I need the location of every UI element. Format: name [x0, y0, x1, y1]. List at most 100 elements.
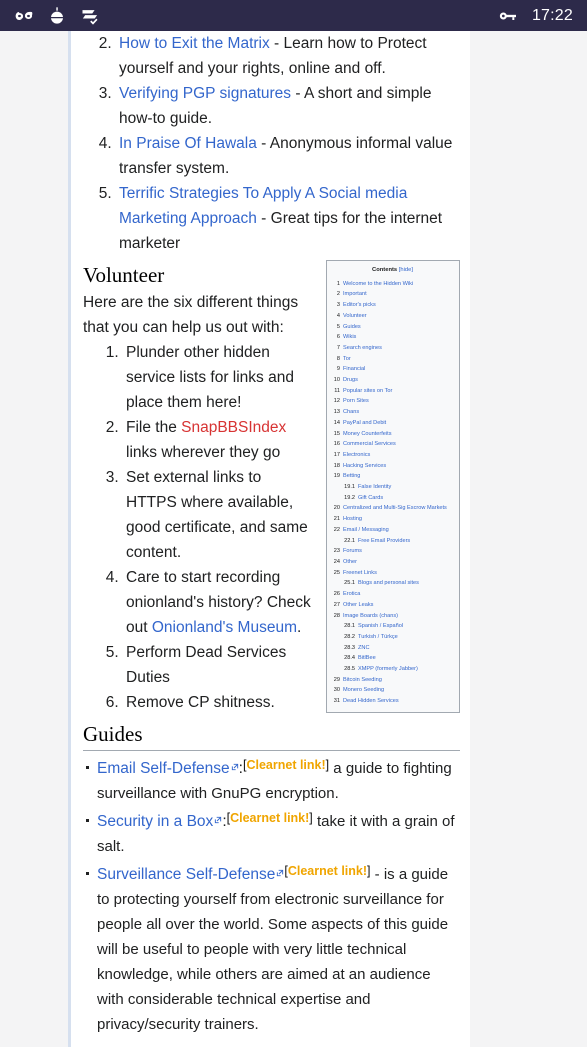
toc-item[interactable]: 25 Freenet Links — [331, 568, 454, 579]
toc-item-label[interactable]: PayPal and Debit — [343, 420, 386, 426]
toc-item-label[interactable]: Commercial Services — [343, 441, 396, 447]
guides-list: Email Self-Defense:[Clearnet link!] a gu… — [83, 753, 460, 1037]
toc-item-number: 22.1 — [344, 537, 355, 544]
infinity-icon[interactable] — [14, 6, 34, 26]
toc-item-label[interactable]: Hosting — [343, 516, 362, 522]
toc-item-label[interactable]: Important — [343, 291, 367, 297]
toc-item-label[interactable]: Other — [343, 559, 357, 565]
toc-item-label[interactable]: Popular sites on Tor — [343, 388, 392, 394]
toc-item-label[interactable]: Dead Hidden Services — [343, 698, 399, 704]
toc-item[interactable]: 13 Chans — [331, 407, 454, 418]
toc-item-label[interactable]: Hacking Services — [343, 463, 386, 469]
toc-item-label[interactable]: ZNC — [358, 645, 370, 651]
toc-hide-link[interactable]: [hide] — [399, 267, 413, 273]
toc-item-label[interactable]: Wikis — [343, 334, 356, 340]
toc-item-label[interactable]: Centralized and Multi-Sig Escrow Markets — [343, 505, 447, 511]
toc-item[interactable]: 2 Important — [331, 289, 454, 300]
toc-item[interactable]: 8 Tor — [331, 354, 454, 365]
editors-picks-list: How to Exit the Matrix - Learn how to Pr… — [116, 31, 460, 256]
toc-item-label[interactable]: Gift Cards — [358, 495, 383, 501]
toc-item[interactable]: 30 Monero Seeding — [331, 685, 454, 696]
toc-item-label[interactable]: Search engines — [343, 345, 382, 351]
status-bar: 17:22 — [0, 0, 587, 31]
toc-item[interactable]: 5 Guides — [331, 322, 454, 333]
toc-item[interactable]: 20 Centralized and Multi-Sig Escrow Marke… — [331, 503, 454, 514]
onion-browser-icon[interactable] — [47, 6, 67, 26]
toc-item-label[interactable]: Money Counterfeits — [343, 431, 392, 437]
toc-item[interactable]: 3 Editor's picks — [331, 300, 454, 311]
toc-item[interactable]: 6 Wikis — [331, 332, 454, 343]
toc-item[interactable]: 12 Porn Sites — [331, 396, 454, 407]
toc-item-label[interactable]: Bitcoin Seeding — [343, 677, 382, 683]
picks-link[interactable]: How to Exit the Matrix — [119, 35, 270, 52]
toc-item-label[interactable]: XMPP (formerly Jabber) — [358, 666, 418, 672]
toc-item-label[interactable]: Turkish / Türkçe — [358, 634, 398, 640]
security-in-a-box-link[interactable]: Security in a Box — [97, 813, 213, 830]
toc-item-label[interactable]: Guides — [343, 324, 361, 330]
toc-item[interactable]: 28.3 ZNC — [331, 643, 454, 654]
toc-item-label[interactable]: Image Boards (chans) — [343, 613, 398, 619]
toc-item-label[interactable]: False Identity — [358, 484, 391, 490]
toc-item[interactable]: 24 Other — [331, 557, 454, 568]
toc-item[interactable]: 17 Electronics — [331, 450, 454, 461]
toc-item[interactable]: 14 PayPal and Debit — [331, 418, 454, 429]
toc-item-label[interactable]: Forums — [343, 548, 362, 554]
toc-item[interactable]: 29 Bitcoin Seeding — [331, 675, 454, 686]
toc-item[interactable]: 10 Drugs — [331, 375, 454, 386]
toc-item-label[interactable]: Welcome to the Hidden Wiki — [343, 281, 413, 287]
tabs-check-icon[interactable] — [80, 6, 100, 26]
toc-item[interactable]: 9 Financial — [331, 364, 454, 375]
toc-item-label[interactable]: Porn Sites — [343, 398, 369, 404]
toc-item[interactable]: 27 Other Leaks — [331, 600, 454, 611]
external-link-icon — [231, 763, 239, 771]
toc-item-number: 4 — [336, 312, 340, 319]
toc-item-label[interactable]: Electronics — [343, 452, 370, 458]
toc-item[interactable]: 28.4 BitlBee — [331, 653, 454, 664]
toc-item-label[interactable]: Blogs and personal sites — [358, 580, 419, 586]
toc-item[interactable]: 19.1 False Identity — [331, 482, 454, 493]
toc-item[interactable]: 15 Money Counterfeits — [331, 429, 454, 440]
toc-item-label[interactable]: Spanish / Español — [358, 623, 403, 629]
toc-item-label[interactable]: BitlBee — [358, 655, 376, 661]
toc-item-label[interactable]: Other Leaks — [343, 602, 373, 608]
toc-item[interactable]: 23 Forums — [331, 546, 454, 557]
toc-item-label[interactable]: Monero Seeding — [343, 687, 384, 693]
email-self-defense-link[interactable]: Email Self-Defense — [97, 760, 230, 777]
toc-item[interactable]: 28.2 Turkish / Türkçe — [331, 632, 454, 643]
picks-link[interactable]: In Praise Of Hawala — [119, 135, 257, 152]
toc-item[interactable]: 22 Email / Messaging — [331, 525, 454, 536]
toc-item[interactable]: 18 Hacking Services — [331, 461, 454, 472]
toc-item[interactable]: 1 Welcome to the Hidden Wiki — [331, 279, 454, 290]
toc-item-label[interactable]: Editor's picks — [343, 302, 376, 308]
toc-item-label[interactable]: Free Email Providers — [358, 538, 410, 544]
toc-item[interactable]: 28 Image Boards (chans) — [331, 611, 454, 622]
toc-item-label[interactable]: Freenet Links — [343, 570, 377, 576]
surveillance-self-defense-link[interactable]: Surveillance Self-Defense — [97, 866, 275, 883]
toc-item[interactable]: 19.2 Gift Cards — [331, 493, 454, 504]
onionlands-museum-link[interactable]: Onionland's Museum — [152, 619, 297, 636]
toc-item[interactable]: 11 Popular sites on Tor — [331, 386, 454, 397]
page-title-guides: Guides — [83, 721, 460, 751]
toc-item[interactable]: 31 Dead Hidden Services — [331, 696, 454, 707]
toc-item-label[interactable]: Chans — [343, 409, 359, 415]
toc-item[interactable]: 25.1 Blogs and personal sites — [331, 578, 454, 589]
toc-item[interactable]: 19 Betting — [331, 471, 454, 482]
toc-item-label[interactable]: Volunteer — [343, 313, 367, 319]
toc-item-label[interactable]: Email / Messaging — [343, 527, 389, 533]
snapbbsindex-link[interactable]: SnapBBSIndex — [181, 419, 286, 436]
toc-item[interactable]: 4 Volunteer — [331, 311, 454, 322]
toc-item[interactable]: 28.1 Spanish / Español — [331, 621, 454, 632]
toc-item-label[interactable]: Drugs — [343, 377, 358, 383]
toc-item[interactable]: 21 Hosting — [331, 514, 454, 525]
toc-item-label[interactable]: Erotica — [343, 591, 360, 597]
toc-item[interactable]: 22.1 Free Email Providers — [331, 536, 454, 547]
key-icon[interactable] — [498, 6, 518, 26]
picks-link[interactable]: Verifying PGP signatures — [119, 85, 291, 102]
toc-item-label[interactable]: Financial — [343, 366, 365, 372]
toc-item[interactable]: 7 Search engines — [331, 343, 454, 354]
toc-item-label[interactable]: Tor — [343, 356, 351, 362]
toc-item-label[interactable]: Betting — [343, 473, 360, 479]
toc-item[interactable]: 28.5 XMPP (formerly Jabber) — [331, 664, 454, 675]
toc-item[interactable]: 26 Erotica — [331, 589, 454, 600]
toc-item[interactable]: 16 Commercial Services — [331, 439, 454, 450]
